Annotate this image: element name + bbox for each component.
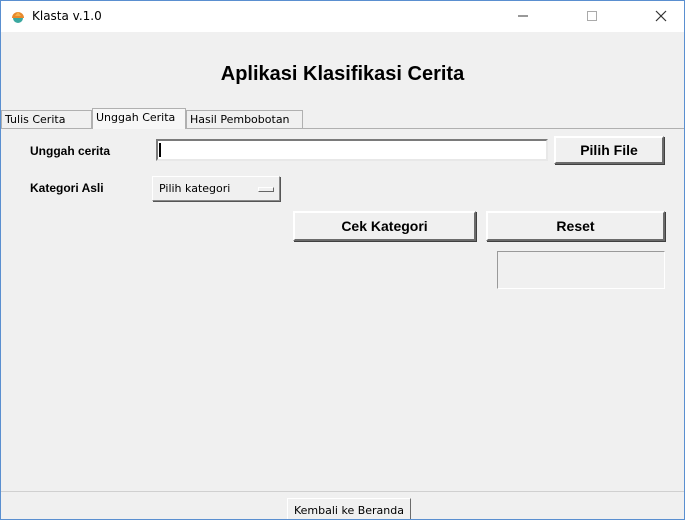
upload-label: Unggah cerita <box>30 144 111 158</box>
dropdown-indicator-icon <box>258 187 274 192</box>
close-icon <box>655 7 667 26</box>
klasta-logo-icon <box>10 9 26 25</box>
choose-file-button[interactable]: Pilih File <box>554 136 664 164</box>
text-caret <box>159 143 161 157</box>
tab-hasil-pembobotan[interactable]: Hasil Pembobotan <box>186 110 303 128</box>
app-window: Klasta v.1.0 Aplikasi Klasifikasi Cerita… <box>0 0 685 520</box>
minimize-button[interactable] <box>500 1 546 32</box>
page-title: Aplikasi Klasifikasi Cerita <box>220 63 465 85</box>
category-dropdown-value: Pilih kategori <box>159 182 231 195</box>
tab-tulis-cerita[interactable]: Tulis Cerita <box>1 110 92 128</box>
result-display <box>497 251 665 289</box>
title-bar[interactable]: Klasta v.1.0 <box>1 1 684 32</box>
file-path-input[interactable] <box>156 139 548 161</box>
maximize-button[interactable] <box>569 1 615 32</box>
tab-unggah-cerita[interactable]: Unggah Cerita <box>92 108 186 129</box>
back-to-home-button[interactable]: Kembali ke Beranda <box>287 498 411 519</box>
window-title: Klasta v.1.0 <box>32 9 102 23</box>
close-button[interactable] <box>638 1 684 32</box>
minimize-icon <box>517 7 529 26</box>
maximize-icon <box>586 7 598 26</box>
category-label: Kategori Asli <box>30 181 104 195</box>
category-dropdown[interactable]: Pilih kategori <box>152 176 280 201</box>
footer-divider <box>1 491 684 492</box>
check-category-button[interactable]: Cek Kategori <box>293 211 476 241</box>
reset-button[interactable]: Reset <box>486 211 665 241</box>
